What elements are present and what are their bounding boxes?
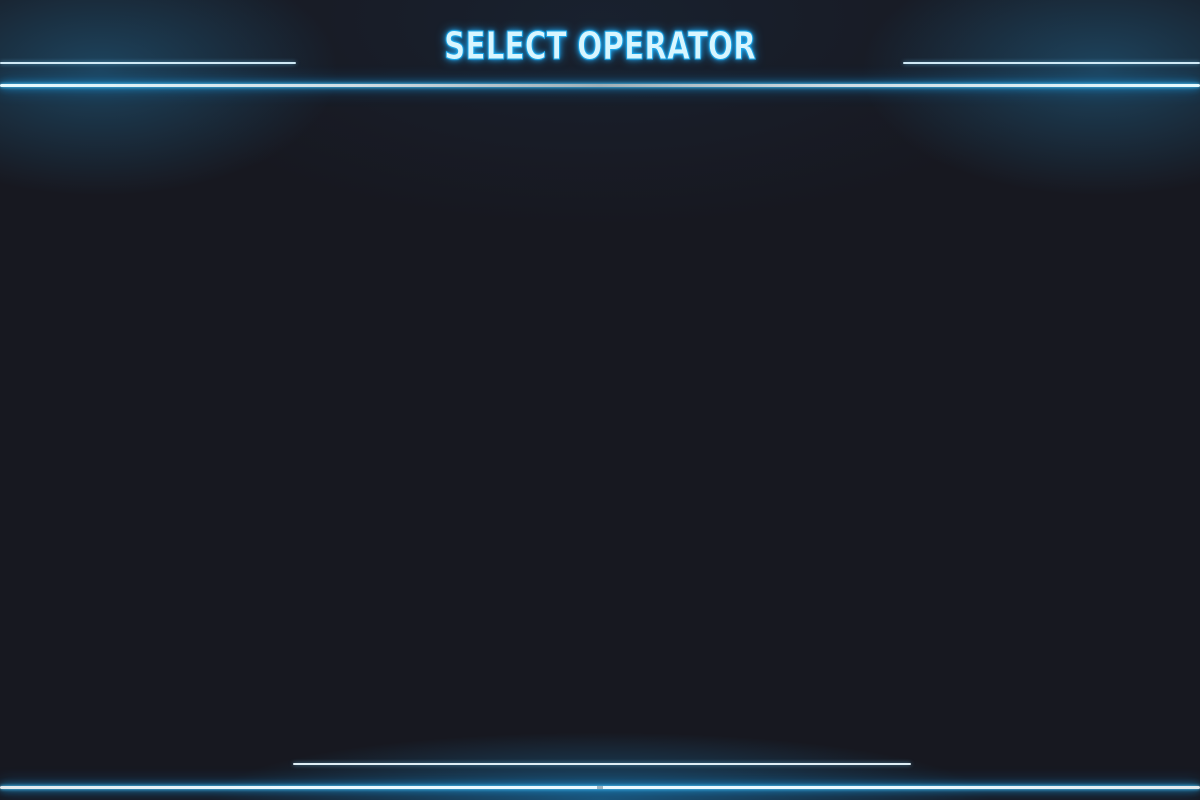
top-divider-line — [0, 84, 1200, 87]
operator-select-screen: SELECT OPERATOR — [0, 0, 1200, 800]
top-left-accent-line — [0, 62, 296, 64]
bottom-center-notch — [597, 786, 603, 789]
top-right-accent-line — [903, 62, 1200, 64]
bottom-accent-line — [293, 763, 911, 765]
